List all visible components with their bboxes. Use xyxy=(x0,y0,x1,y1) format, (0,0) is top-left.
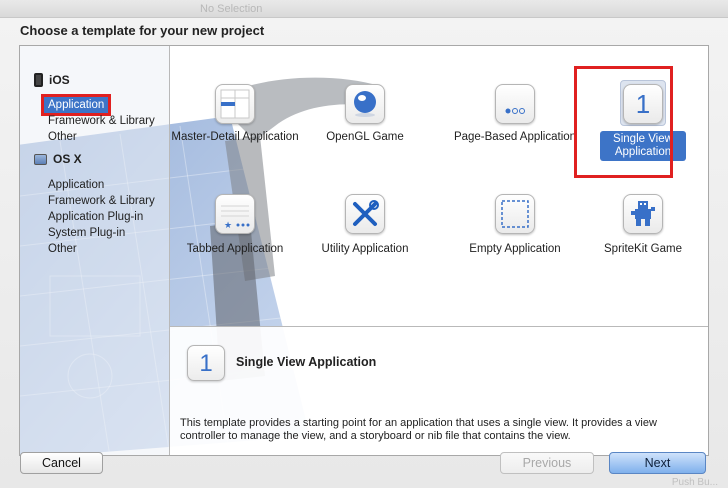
template-panel: iOS Application Framework & Library Othe… xyxy=(19,45,709,456)
background-ghost-text: Push Bu... xyxy=(671,477,718,488)
previous-button[interactable]: Previous xyxy=(500,452,594,474)
template-category-sidebar: iOS Application Framework & Library Othe… xyxy=(20,46,170,455)
category-header-label: iOS xyxy=(49,73,70,87)
template-empty[interactable]: Empty Application xyxy=(450,184,580,279)
tabbed-icon: ★ xyxy=(215,194,255,234)
sidebar-item-osx-application-plugin[interactable]: Application Plug-in xyxy=(48,209,143,225)
template-label: OpenGL Game xyxy=(326,131,404,143)
sidebar-item-osx-system-plugin[interactable]: System Plug-in xyxy=(48,225,125,241)
window-ghost-title: No Selection xyxy=(200,3,263,15)
sidebar-item-osx-framework-library[interactable]: Framework & Library xyxy=(48,193,155,209)
mac-icon xyxy=(34,153,47,165)
template-grid: Master-Detail Application OpenGL Game Pa… xyxy=(170,46,708,326)
template-label: Single View Application xyxy=(600,131,686,161)
single-view-icon: 1 xyxy=(623,84,663,124)
template-spritekit[interactable]: SpriteKit Game xyxy=(578,184,708,279)
template-tabbed[interactable]: ★ Tabbed Application xyxy=(170,184,300,279)
sidebar-item-osx-other[interactable]: Other xyxy=(48,241,77,257)
template-label: Master-Detail Application xyxy=(171,131,299,143)
sheet-title: Choose a template for your new project xyxy=(20,23,265,38)
description-text: This template provides a starting point … xyxy=(180,417,657,442)
template-label: Tabbed Application xyxy=(186,243,284,255)
description-title: Single View Application xyxy=(236,355,377,369)
opengl-icon xyxy=(345,84,385,124)
master-detail-icon xyxy=(215,84,255,124)
spritekit-icon xyxy=(623,194,663,234)
next-button[interactable]: Next xyxy=(609,452,706,474)
sidebar-item-osx-application[interactable]: Application xyxy=(48,177,104,193)
utility-icon xyxy=(345,194,385,234)
template-utility[interactable]: Utility Application xyxy=(300,184,430,279)
window-title-strip: No Selection xyxy=(0,0,728,18)
page-based-icon xyxy=(495,84,535,124)
category-header-osx: OS X xyxy=(34,150,82,168)
template-master-detail[interactable]: Master-Detail Application xyxy=(170,74,300,169)
category-header-label: OS X xyxy=(53,152,82,166)
sidebar-item-ios-other[interactable]: Other xyxy=(48,129,77,145)
template-label: Empty Application xyxy=(469,243,561,255)
single-view-icon: 1 xyxy=(187,345,225,381)
empty-icon xyxy=(495,194,535,234)
template-chooser-sheet: Choose a template for your new project i… xyxy=(0,18,728,488)
iphone-icon xyxy=(34,73,43,87)
template-opengl-game[interactable]: OpenGL Game xyxy=(300,74,430,169)
category-header-ios: iOS xyxy=(34,71,70,89)
svg-text:★: ★ xyxy=(224,221,232,231)
template-description: 1 Single View Application This template … xyxy=(170,326,708,455)
sidebar-item-ios-application[interactable]: Application xyxy=(40,94,112,116)
template-label: Page-Based Application xyxy=(453,131,577,143)
template-single-view[interactable]: 1 Single View Application xyxy=(578,74,708,169)
cancel-button[interactable]: Cancel xyxy=(20,452,103,474)
template-label: Utility Application xyxy=(321,243,409,255)
sidebar-item-ios-framework-library[interactable]: Framework & Library xyxy=(48,113,155,129)
template-label: SpriteKit Game xyxy=(604,243,682,255)
template-page-based[interactable]: Page-Based Application xyxy=(450,74,580,169)
